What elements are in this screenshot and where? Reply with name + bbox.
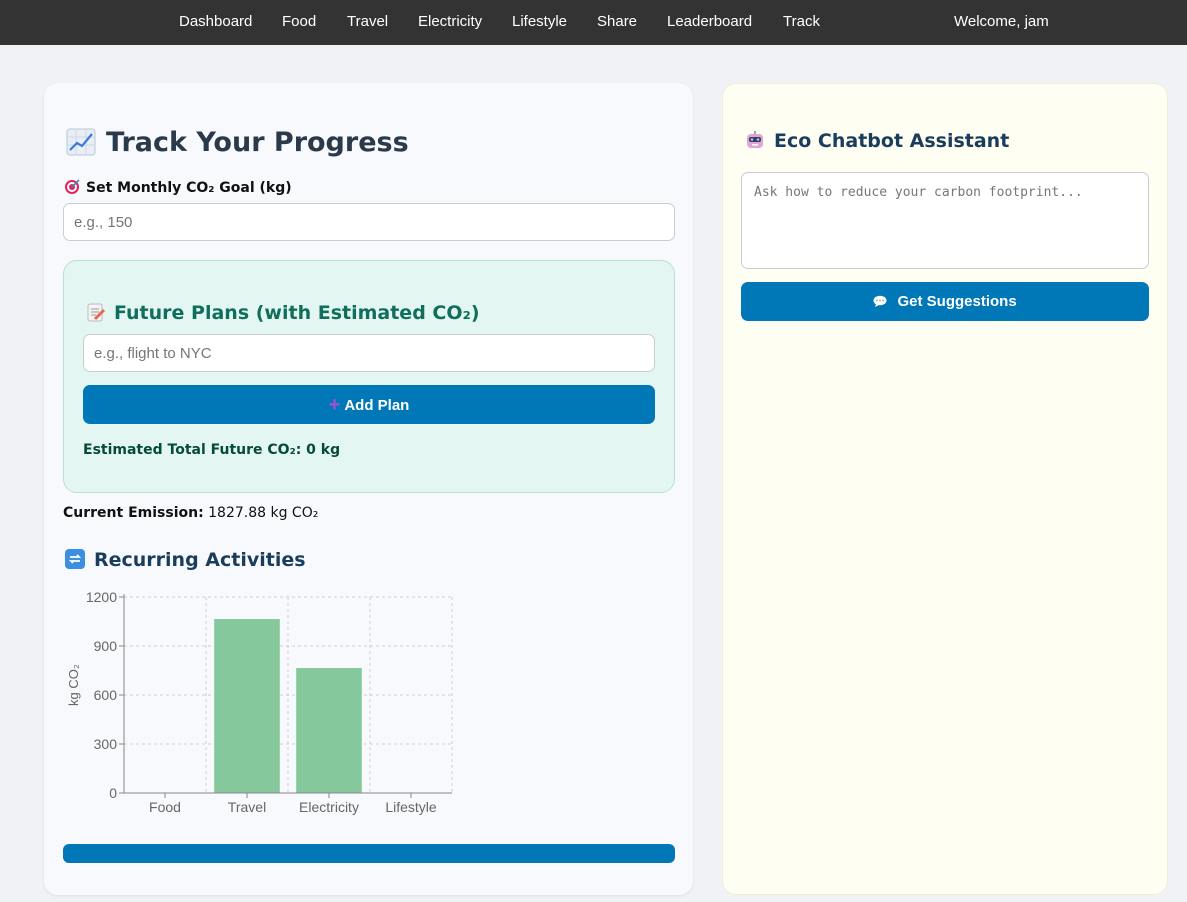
plan-input[interactable] <box>83 334 655 372</box>
chart-bar <box>296 668 362 793</box>
nav-share[interactable]: Share <box>597 12 637 32</box>
goal-label-text: Set Monthly CO₂ Goal (kg) <box>86 180 292 196</box>
welcome-text: Welcome, jam <box>954 13 1049 30</box>
chatbot-title-text: Eco Chatbot Assistant <box>774 130 1010 152</box>
estimated-total: Estimated Total Future CO₂: 0 kg <box>83 442 341 458</box>
top-nav: Dashboard Food Travel Electricity Lifest… <box>0 0 1187 45</box>
goal-label: Set Monthly CO₂ Goal (kg) <box>64 178 292 196</box>
chart-x-tick-label: Travel <box>228 799 266 815</box>
page-title: Track Your Progress <box>66 127 409 159</box>
get-suggestions-button[interactable]: Get Suggestions <box>741 282 1149 321</box>
chart-y-tick-label: 600 <box>94 687 118 703</box>
repeat-icon <box>65 549 85 569</box>
chart-y-axis-label: kg CO₂ <box>66 664 81 706</box>
nav-track[interactable]: Track <box>783 12 820 32</box>
add-plan-label: Add Plan <box>344 397 410 414</box>
nav-travel[interactable]: Travel <box>347 12 388 32</box>
recurring-title-text: Recurring Activities <box>94 549 306 571</box>
nav-leaderboard[interactable]: Leaderboard <box>667 12 752 32</box>
nav-lifestyle[interactable]: Lifestyle <box>512 12 567 32</box>
plus-icon: + <box>328 394 341 416</box>
goal-input[interactable] <box>63 203 675 241</box>
future-plans-panel: Future Plans (with Estimated CO₂) +Add P… <box>63 260 675 493</box>
bottom-action-bar[interactable] <box>63 844 675 863</box>
page-title-text: Track Your Progress <box>106 127 409 158</box>
current-emission: Current Emission: 1827.88 kg CO₂ <box>63 505 318 521</box>
get-suggestions-label: Get Suggestions <box>897 293 1017 310</box>
chart-y-tick-label: 0 <box>109 785 117 801</box>
chart-x-tick-label: Lifestyle <box>385 799 437 815</box>
track-progress-card: Track Your Progress Set Monthly CO₂ Goal… <box>44 83 693 895</box>
target-icon <box>65 178 80 194</box>
speech-bubble-icon <box>873 293 891 310</box>
current-emission-value: 1827.88 kg CO₂ <box>208 505 319 521</box>
robot-icon <box>747 131 763 148</box>
current-emission-label: Current Emission: <box>63 505 204 521</box>
chart-x-tick-label: Electricity <box>299 799 359 815</box>
chatbot-title: Eco Chatbot Assistant <box>744 129 1009 153</box>
chart-x-tick-label: Food <box>149 799 181 815</box>
future-plans-title-text: Future Plans (with Estimated CO₂) <box>114 302 480 324</box>
memo-icon <box>87 303 106 322</box>
chatbot-input[interactable] <box>741 172 1149 269</box>
nav-dashboard[interactable]: Dashboard <box>179 12 252 32</box>
chart-y-tick-label: 900 <box>94 638 118 654</box>
add-plan-button[interactable]: + Add Plan <box>83 385 655 424</box>
recurring-title: Recurring Activities <box>64 548 306 572</box>
chart-increasing-icon <box>66 128 96 155</box>
nav-food[interactable]: Food <box>282 12 316 32</box>
recurring-bar-chart: 0 300 600 900 1200 Food Travel Electricity Lifes… <box>66 589 453 815</box>
chatbot-card: Eco Chatbot Assistant Get Suggestions <box>722 83 1168 895</box>
chart-y-tick-label: 1200 <box>86 589 117 605</box>
nav-electricity[interactable]: Electricity <box>418 12 482 32</box>
future-plans-title: Future Plans (with Estimated CO₂) <box>86 301 480 325</box>
chart-bar <box>214 619 280 793</box>
chart-y-tick-label: 300 <box>94 736 118 752</box>
